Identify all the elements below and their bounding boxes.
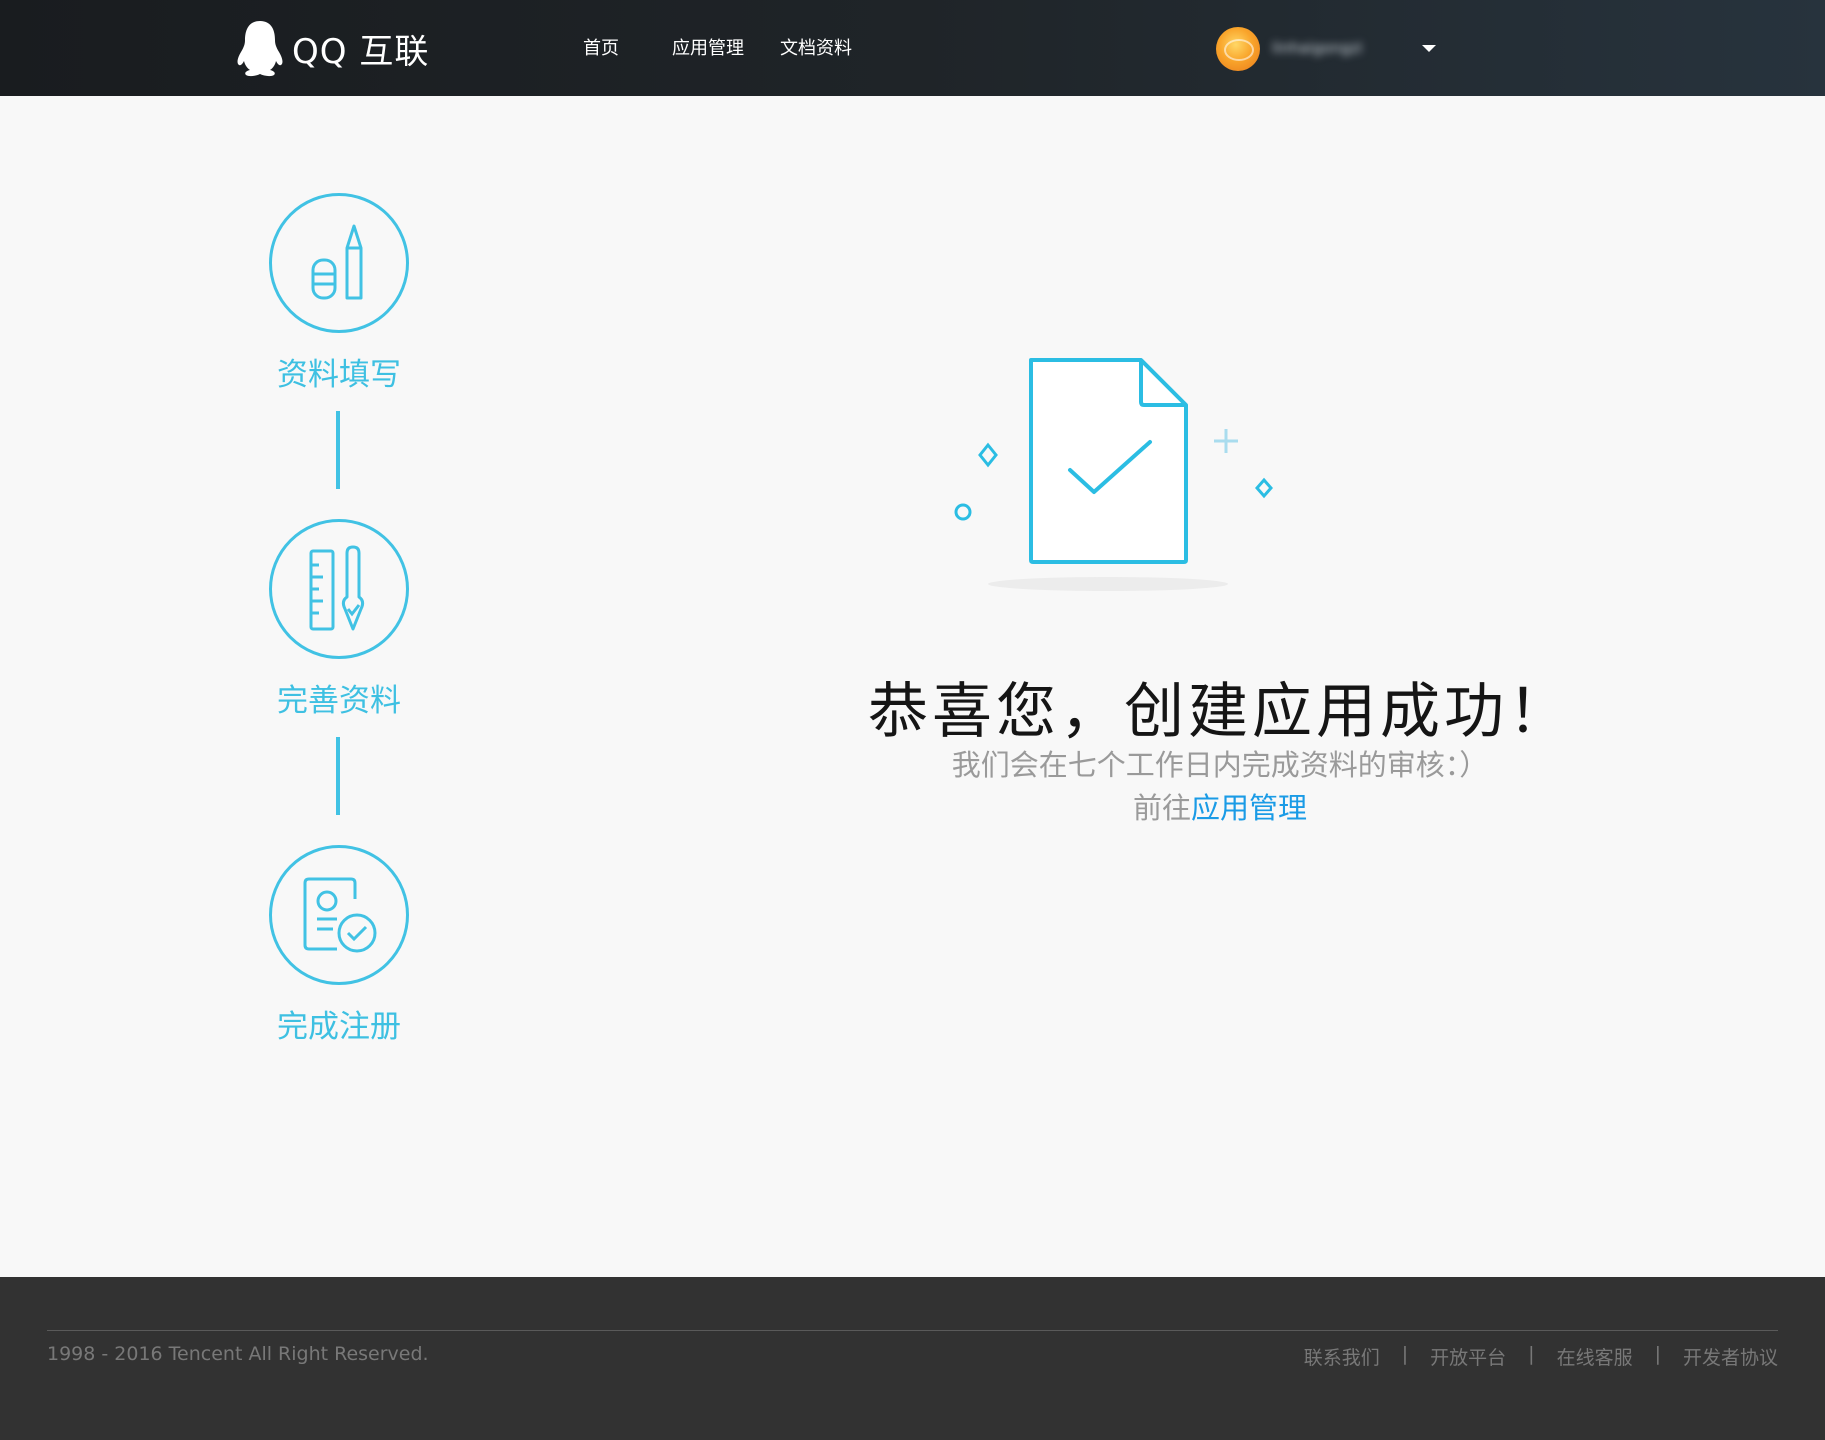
footer-link-online-support[interactable]: 在线客服 <box>1557 1343 1633 1370</box>
step-complete-info: 完善资料 <box>269 519 409 719</box>
qq-penguin-icon <box>237 21 283 77</box>
ruler-pen-icon <box>309 545 365 631</box>
footer-link-open-platform[interactable]: 开放平台 <box>1430 1343 1506 1370</box>
username[interactable]: linhaigongzi <box>1272 39 1402 59</box>
step-circle <box>269 193 409 333</box>
qq-connect-logo[interactable]: QQ 互联 <box>236 18 429 78</box>
footer-separator: | <box>1528 1343 1535 1365</box>
step-circle <box>269 845 409 985</box>
id-card-check-icon <box>303 877 377 953</box>
goto-prefix: 前往 <box>1132 791 1191 825</box>
document-check-illustration <box>954 358 1273 591</box>
step-complete-registration: 完成注册 <box>269 845 409 1045</box>
success-title: 恭喜您，创建应用成功！ <box>868 677 1572 747</box>
goto-app-management-link[interactable]: 应用管理 <box>1191 791 1307 825</box>
caret-down-icon[interactable] <box>1422 45 1436 52</box>
step-label: 完成注册 <box>277 1009 401 1045</box>
step-label: 完善资料 <box>277 683 401 719</box>
nav-home[interactable]: 首页 <box>583 34 619 60</box>
step-label: 资料填写 <box>277 357 401 393</box>
footer-separator: | <box>1401 1343 1409 1365</box>
footer-link-contact[interactable]: 联系我们 <box>1304 1343 1380 1370</box>
logo-text: QQ 互联 <box>292 31 430 72</box>
footer-divider <box>47 1330 1778 1331</box>
footer-links: 联系我们 | 开放平台 | 在线客服 | 开发者协议 <box>1304 1343 1778 1370</box>
footer-link-developer-agreement[interactable]: 开发者协议 <box>1683 1343 1778 1370</box>
pencil-eraser-icon <box>311 224 363 300</box>
nav-documentation[interactable]: 文档资料 <box>780 34 852 60</box>
footer-separator: | <box>1654 1343 1661 1365</box>
step-connector <box>336 737 340 815</box>
step-connector <box>336 411 340 489</box>
goto-line: 前往应用管理 <box>700 785 1740 827</box>
user-menu[interactable]: linhaigongzi <box>1216 26 1436 72</box>
avatar[interactable] <box>1216 27 1260 71</box>
success-subtitle: 我们会在七个工作日内完成资料的审核：） <box>951 748 1489 782</box>
step-circle <box>269 519 409 659</box>
footer: 1998 - 2016 Tencent All Right Reserved. … <box>0 1277 1825 1440</box>
top-navbar: QQ 互联 首页 应用管理 文档资料 linhaigongzi <box>0 0 1825 96</box>
nav-app-management[interactable]: 应用管理 <box>672 34 744 60</box>
step-fill-info: 资料填写 <box>269 193 409 393</box>
copyright: 1998 - 2016 Tencent All Right Reserved. <box>47 1343 429 1365</box>
